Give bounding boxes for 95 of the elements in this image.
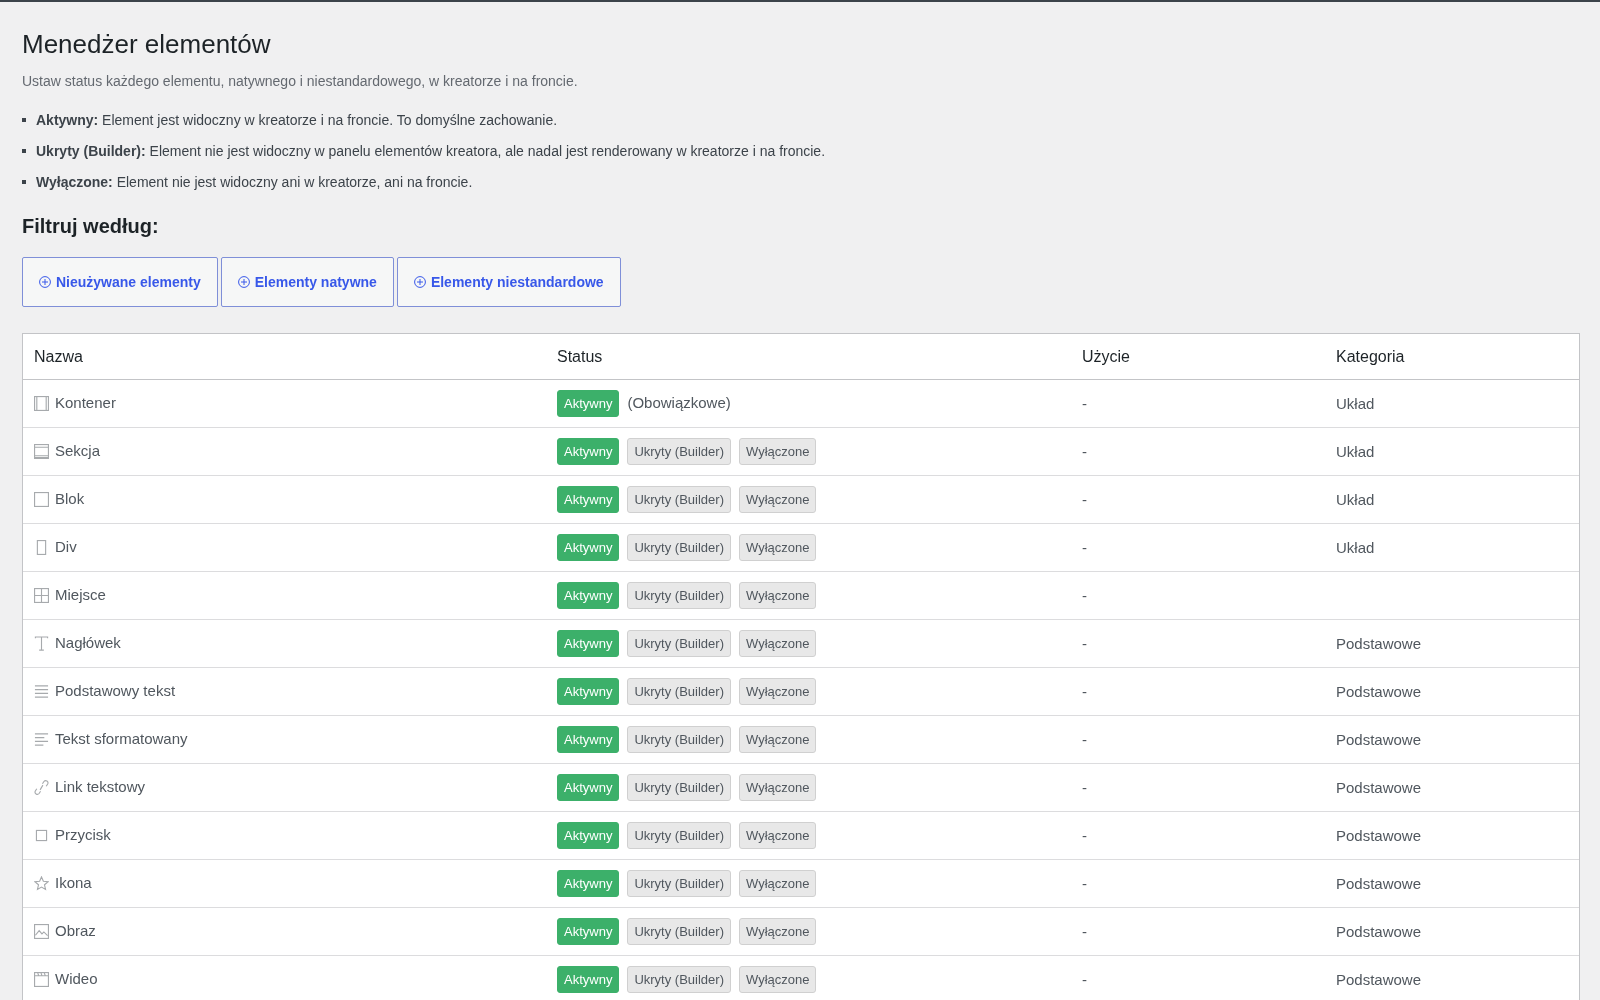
category-value: Układ bbox=[1336, 442, 1375, 460]
usage-column-header: Użycie bbox=[1082, 347, 1130, 365]
category-value: Układ bbox=[1336, 538, 1375, 556]
status-option[interactable]: Wyłączone bbox=[739, 582, 817, 609]
category-value: Podstawowe bbox=[1336, 778, 1422, 796]
page-title: Menedżer elementów bbox=[22, 28, 271, 60]
element-name: Link tekstowy bbox=[55, 777, 146, 798]
name-column-header: Nazwa bbox=[34, 347, 83, 365]
align-left-icon bbox=[34, 732, 49, 747]
status-option[interactable]: Ukryty (Builder) bbox=[627, 486, 731, 513]
status-option[interactable]: Ukryty (Builder) bbox=[627, 726, 731, 753]
grid-icon bbox=[34, 588, 49, 603]
category-value: Podstawowe bbox=[1336, 634, 1422, 652]
element-name: Sekcja bbox=[55, 441, 101, 462]
category-value: Podstawowe bbox=[1336, 874, 1422, 892]
usage-value: - bbox=[1082, 442, 1087, 460]
image-icon bbox=[34, 924, 49, 939]
legend-text: Aktywny: Element jest widoczny w kreatorze i na froncie. To domyślne zachowanie. bbox=[36, 111, 558, 130]
legend-text: Ukryty (Builder): Element nie jest widoczny w panelu elementów kreatora, ale nadal jest renderowany w kreatorze i na froncie. bbox=[36, 142, 826, 161]
element-name: Ikona bbox=[55, 873, 92, 894]
status-option[interactable]: Ukryty (Builder) bbox=[627, 678, 731, 705]
status-option[interactable]: Wyłączone bbox=[739, 774, 817, 801]
element-name: Nagłówek bbox=[55, 633, 121, 654]
status-option[interactable]: Wyłączone bbox=[739, 966, 817, 993]
film-icon bbox=[34, 972, 49, 987]
status-option[interactable]: Ukryty (Builder) bbox=[627, 774, 731, 801]
status-option[interactable]: Wyłączone bbox=[739, 726, 817, 753]
section-icon bbox=[34, 444, 49, 459]
square-icon bbox=[34, 492, 49, 507]
status-option[interactable]: Ukryty (Builder) bbox=[627, 822, 731, 849]
square-icon bbox=[34, 828, 49, 843]
star-icon bbox=[34, 876, 49, 891]
status-option[interactable]: Ukryty (Builder) bbox=[627, 966, 731, 993]
page-description: Ustaw status każdego elementu, natywnego i niestandardowego, w kreatorze i na froncie. bbox=[22, 72, 578, 91]
status-option[interactable]: Wyłączone bbox=[739, 438, 817, 465]
status-option[interactable]: Wyłączone bbox=[739, 630, 817, 657]
plus-circle-icon bbox=[413, 276, 426, 288]
status-option[interactable]: Ukryty (Builder) bbox=[627, 630, 731, 657]
usage-value: - bbox=[1082, 538, 1087, 556]
status-option[interactable]: Wyłączone bbox=[739, 918, 817, 945]
bullet-icon bbox=[22, 180, 26, 184]
category-column-header: Kategoria bbox=[1336, 347, 1405, 365]
usage-value: - bbox=[1082, 490, 1087, 508]
element-name: Div bbox=[55, 537, 77, 558]
category-value: Podstawowe bbox=[1336, 970, 1422, 988]
category-value: Podstawowe bbox=[1336, 922, 1422, 940]
plus-circle-icon bbox=[39, 276, 51, 288]
element-name: Kontener bbox=[55, 393, 116, 414]
usage-value: - bbox=[1082, 682, 1087, 700]
element-name: Obraz bbox=[55, 921, 96, 942]
element-name: Tekst sformatowany bbox=[55, 729, 188, 750]
status-option[interactable]: Ukryty (Builder) bbox=[627, 438, 731, 465]
usage-value: - bbox=[1082, 970, 1087, 988]
filter-button[interactable]: Nieużywane elementy bbox=[22, 257, 218, 307]
plus-circle-icon bbox=[237, 276, 250, 288]
lines-icon bbox=[34, 684, 49, 699]
frame-icon bbox=[34, 396, 49, 411]
status-option[interactable]: Wyłączone bbox=[739, 486, 817, 513]
usage-value: - bbox=[1082, 634, 1087, 652]
element-name: Wideo bbox=[55, 969, 98, 990]
category-value: Układ bbox=[1336, 394, 1375, 412]
status-option[interactable]: Wyłączone bbox=[739, 822, 817, 849]
usage-value: - bbox=[1082, 874, 1087, 892]
filter-heading: Filtruj według: bbox=[22, 214, 159, 239]
status-option[interactable]: Wyłączone bbox=[739, 870, 817, 897]
link-icon bbox=[34, 780, 49, 795]
usage-value: - bbox=[1082, 394, 1087, 412]
legend-text: Wyłączone: Element nie jest widoczny ani w kreatorze, ani na froncie. bbox=[36, 173, 473, 192]
category-value: Układ bbox=[1336, 490, 1375, 508]
usage-value: - bbox=[1082, 730, 1087, 748]
status-option[interactable]: Ukryty (Builder) bbox=[627, 582, 731, 609]
bullet-icon bbox=[22, 149, 26, 153]
status-option[interactable]: Ukryty (Builder) bbox=[627, 918, 731, 945]
bullet-icon bbox=[22, 118, 26, 122]
rectangle-icon bbox=[34, 540, 49, 555]
element-name: Podstawowy tekst bbox=[55, 681, 176, 702]
filter-button[interactable]: Elementy natywne bbox=[220, 257, 394, 307]
element-name: Blok bbox=[55, 489, 85, 510]
status-option[interactable]: Ukryty (Builder) bbox=[627, 870, 731, 897]
usage-value: - bbox=[1082, 826, 1087, 844]
element-name: Przycisk bbox=[55, 825, 111, 846]
status-column-header: Status bbox=[557, 347, 603, 365]
text-icon bbox=[34, 636, 49, 651]
required-note: (Obowiązkowe) bbox=[627, 393, 731, 414]
usage-value: - bbox=[1082, 586, 1087, 604]
category-value: Podstawowe bbox=[1336, 826, 1422, 844]
status-option[interactable]: Wyłączone bbox=[739, 534, 817, 561]
category-value: Podstawowe bbox=[1336, 682, 1422, 700]
status-option[interactable]: Wyłączone bbox=[739, 678, 817, 705]
element-name: Miejsce bbox=[55, 585, 106, 606]
category-value: Podstawowe bbox=[1336, 730, 1422, 748]
status-option[interactable]: Ukryty (Builder) bbox=[627, 534, 731, 561]
filter-button[interactable]: Elementy niestandardowe bbox=[396, 257, 621, 307]
usage-value: - bbox=[1082, 922, 1087, 940]
usage-value: - bbox=[1082, 778, 1087, 796]
